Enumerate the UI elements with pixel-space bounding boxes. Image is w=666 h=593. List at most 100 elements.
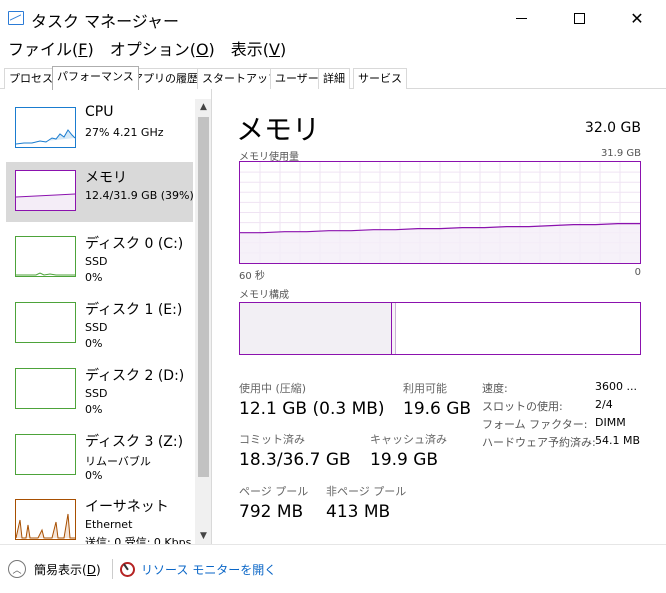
resource-monitor-label: リソース モニターを開く: [141, 562, 277, 577]
tab-services[interactable]: サービス: [353, 68, 407, 89]
resource-disk-0[interactable]: ディスク 0 (C:) SSD 0%: [6, 228, 193, 288]
resource-cpu[interactable]: CPU 27% 4.21 GHz: [6, 99, 193, 159]
composition-modified: [392, 303, 396, 354]
nonpaged-pool-label: 非ページ プール: [326, 485, 407, 498]
menu-file-close-paren: ): [87, 40, 94, 59]
close-button[interactable]: ✕: [608, 0, 666, 36]
committed-label: コミット済み: [239, 433, 305, 446]
window-title: タスク マネージャー: [31, 12, 179, 31]
maximize-icon: [573, 12, 585, 24]
resource-memory[interactable]: メモリ 12.4/31.9 GB (39%): [6, 162, 194, 222]
in-use-value: 12.1 GB (0.3 MB): [239, 399, 385, 419]
cpu-thumbnail: [15, 107, 76, 148]
resource-detail: 27% 4.21 GHz: [85, 126, 164, 139]
menu-view-close-paren: ): [280, 40, 287, 59]
tab-details[interactable]: 詳細: [318, 68, 350, 89]
tab-processes[interactable]: プロセス: [4, 68, 58, 89]
slots-used-label: スロットの使用:: [482, 400, 563, 413]
resource-type: Ethernet: [85, 518, 133, 531]
task-manager-icon: [8, 11, 24, 25]
close-icon: ✕: [630, 8, 644, 28]
composition-in-use: [240, 303, 392, 354]
resource-usage: 0%: [85, 469, 103, 482]
menu-file[interactable]: ファイル(F): [0, 38, 102, 62]
resource-disk-2[interactable]: ディスク 2 (D:) SSD 0%: [6, 360, 193, 420]
disk-0-thumbnail: [15, 236, 76, 277]
fewer-details-accesskey: D: [86, 562, 96, 577]
slots-used-value: 2/4: [595, 398, 613, 411]
resource-type: SSD: [85, 321, 108, 334]
minimize-icon: [515, 17, 527, 19]
memory-total: 32.0 GB: [584, 120, 641, 136]
disk-2-thumbnail: [15, 368, 76, 409]
resource-usage: 0%: [85, 337, 103, 350]
tab-bar: プロセス パフォーマンス アプリの履歴 スタートアップ ユーザー 詳細 サービス: [0, 66, 666, 90]
open-resource-monitor-link[interactable]: リソース モニターを開く: [120, 559, 276, 579]
fewer-details-button[interactable]: ︿ 簡易表示(D): [8, 559, 101, 579]
resource-list: CPU 27% 4.21 GHz メモリ 12.4/31.9 GB (39%) …: [0, 89, 212, 544]
fewer-details-close-paren: ): [95, 562, 101, 577]
resource-name: ディスク 3 (Z:): [85, 434, 184, 450]
menu-view[interactable]: 表示(V): [223, 38, 294, 62]
nonpaged-pool-value: 413 MB: [326, 502, 391, 522]
available-value: 19.6 GB: [403, 399, 472, 419]
resource-name: ディスク 1 (E:): [85, 302, 183, 318]
scroll-up-icon[interactable]: ▲: [195, 99, 211, 115]
usage-graph-max: 31.9 GB: [600, 148, 641, 159]
menu-view-label: 表示(: [230, 40, 270, 59]
resource-list-scrollbar[interactable]: ▲ ▼: [195, 99, 211, 544]
resource-type: SSD: [85, 387, 108, 400]
resource-name: CPU: [85, 104, 114, 120]
resource-monitor-icon: [120, 561, 135, 577]
hardware-reserved-label: ハードウェア予約済み:: [482, 436, 596, 449]
resource-disk-3[interactable]: ディスク 3 (Z:) リムーバブル 0%: [6, 426, 193, 486]
resource-type: リムーバブル: [85, 455, 151, 468]
resource-ethernet[interactable]: イーサネット Ethernet 送信: 0 受信: 0 Kbps: [6, 491, 193, 544]
cached-label: キャッシュ済み: [370, 433, 447, 446]
in-use-label: 使用中 (圧縮): [239, 382, 307, 395]
resource-usage: 0%: [85, 403, 103, 416]
resource-name: ディスク 0 (C:): [85, 236, 184, 252]
composition-label: メモリ構成: [239, 290, 289, 301]
hardware-reserved-value: 54.1 MB: [595, 434, 641, 447]
menu-options-label: オプション(: [109, 40, 196, 59]
tab-performance[interactable]: パフォーマンス: [52, 66, 139, 90]
footer-bar: ︿ 簡易表示(D) リソース モニターを開く: [0, 544, 666, 593]
menu-options-accesskey: O: [195, 40, 209, 59]
menu-options[interactable]: オプション(O): [102, 38, 223, 62]
memory-thumbnail: [15, 170, 76, 211]
resource-usage: 0%: [85, 271, 103, 284]
paged-pool-label: ページ プール: [239, 485, 309, 498]
resource-detail: 12.4/31.9 GB (39%): [85, 189, 194, 202]
title-bar: タスク マネージャー ✕: [0, 0, 666, 36]
scroll-thumb[interactable]: [198, 117, 209, 477]
chevron-up-icon: ︿: [8, 560, 26, 578]
form-factor-value: DIMM: [595, 416, 626, 429]
fewer-details-label: 簡易表示(D): [34, 561, 101, 578]
cached-value: 19.9 GB: [370, 450, 439, 470]
paged-pool-value: 792 MB: [239, 502, 304, 522]
form-factor-label: フォーム ファクター:: [482, 418, 588, 431]
resource-disk-1[interactable]: ディスク 1 (E:) SSD 0%: [6, 294, 193, 354]
speed-value: 3600 ...: [595, 380, 637, 393]
available-label: 利用可能: [403, 382, 447, 395]
maximize-button[interactable]: [550, 0, 608, 36]
memory-composition-bar: [239, 302, 641, 355]
graph-axis-right: 0: [634, 267, 641, 278]
menu-file-label: ファイル(: [8, 40, 79, 59]
disk-1-thumbnail: [15, 302, 76, 343]
menu-bar: ファイル(F) オプション(O) 表示(V): [0, 38, 294, 62]
minimize-button[interactable]: [492, 0, 550, 36]
committed-value: 18.3/36.7 GB: [239, 450, 351, 470]
disk-0-sparkline: [16, 272, 75, 276]
ethernet-thumbnail: [15, 499, 76, 540]
memory-usage-chart: [240, 162, 640, 263]
disk-3-thumbnail: [15, 434, 76, 475]
menu-view-accesskey: V: [269, 40, 280, 59]
tab-users[interactable]: ユーザー: [270, 68, 324, 89]
page-title: メモリ: [236, 113, 321, 146]
ethernet-sparkline: [16, 513, 75, 539]
resource-throughput: 送信: 0 受信: 0 Kbps: [85, 536, 192, 544]
cpu-sparkline: [16, 129, 75, 145]
scroll-down-icon[interactable]: ▼: [195, 528, 211, 544]
